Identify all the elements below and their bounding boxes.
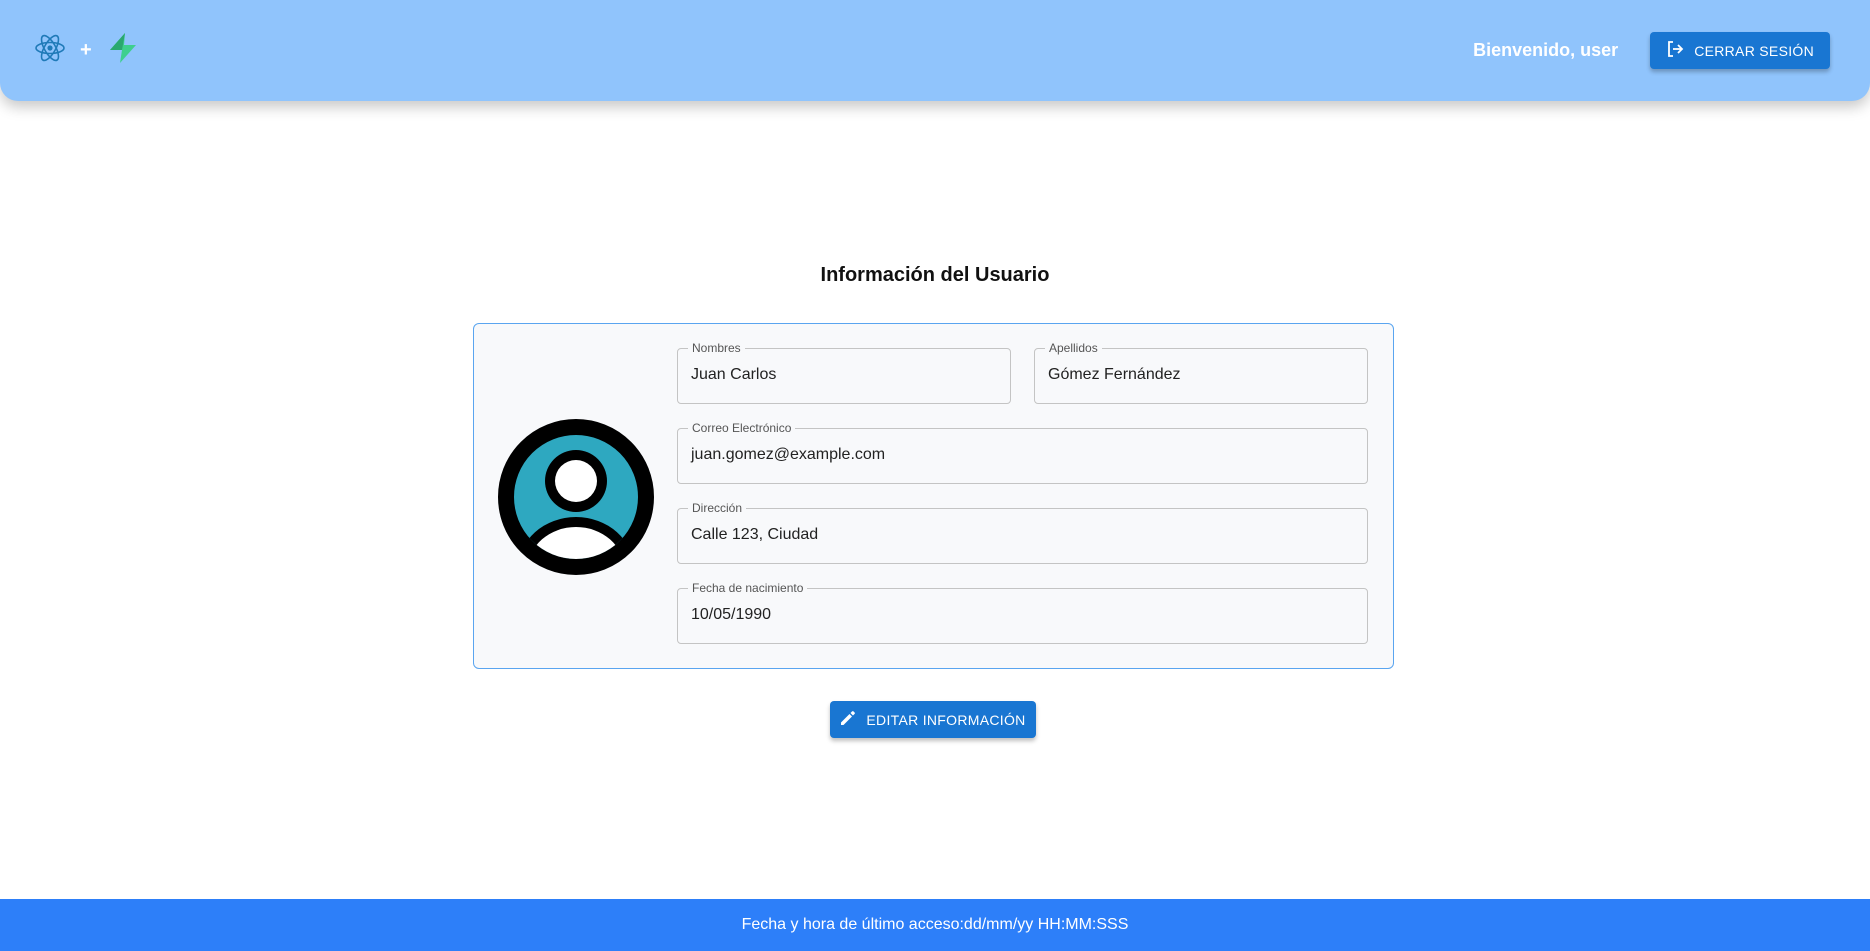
apellidos-field[interactable]: Apellidos Gómez Fernández: [1034, 341, 1368, 404]
edit-info-button[interactable]: EDITAR INFORMACIÓN: [830, 701, 1036, 738]
react-icon: [34, 32, 66, 69]
page-title: Información del Usuario: [820, 264, 1050, 286]
footer: Fecha y hora de último acceso:dd/mm/yy H…: [0, 899, 1870, 951]
address-label: Dirección: [688, 501, 747, 515]
logout-icon: [1666, 40, 1684, 61]
birthdate-field[interactable]: Fecha de nacimiento 10/05/1990: [677, 581, 1368, 644]
welcome-text: Bienvenido, user: [1473, 40, 1619, 60]
address-field[interactable]: Dirección Calle 123, Ciudad: [677, 501, 1368, 564]
apellidos-value: Gómez Fernández: [1048, 366, 1181, 383]
logout-button[interactable]: CERRAR SESIÓN: [1650, 32, 1830, 69]
nombres-value: Juan Carlos: [691, 366, 777, 383]
logout-label: CERRAR SESIÓN: [1694, 42, 1814, 59]
edit-info-label: EDITAR INFORMACIÓN: [866, 711, 1026, 728]
birthdate-value: 10/05/1990: [691, 606, 772, 623]
address-value: Calle 123, Ciudad: [691, 526, 819, 543]
apellidos-label: Apellidos: [1045, 341, 1102, 355]
pencil-icon: [840, 710, 856, 729]
nombres-label: Nombres: [688, 341, 745, 355]
birthdate-label: Fecha de nacimiento: [688, 581, 808, 595]
user-info-card: Nombres Juan Carlos Apellidos Gómez Fern…: [473, 323, 1394, 669]
supabase-icon: [106, 31, 140, 70]
app-bar: + Bienvenido, user CERRAR SESIÓN: [0, 0, 1870, 101]
email-value: juan.gomez@example.com: [691, 446, 886, 463]
last-access-text: Fecha y hora de último acceso:dd/mm/yy H…: [741, 916, 1129, 933]
logo-separator: +: [80, 39, 92, 61]
logo-group: +: [34, 31, 140, 70]
nombres-field[interactable]: Nombres Juan Carlos: [677, 341, 1011, 404]
user-avatar-icon: [498, 419, 654, 575]
email-label: Correo Electrónico: [688, 421, 796, 435]
email-field[interactable]: Correo Electrónico juan.gomez@example.co…: [677, 421, 1368, 484]
